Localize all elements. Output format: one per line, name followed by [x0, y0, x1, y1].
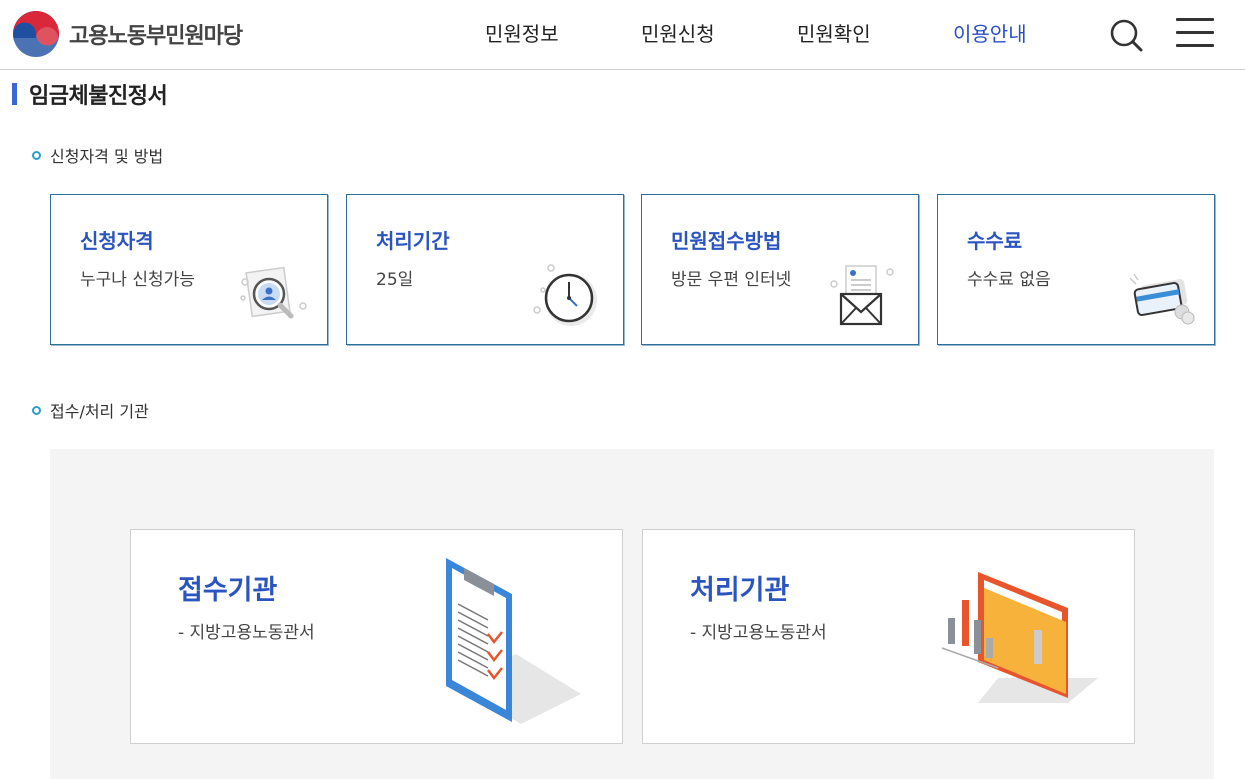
section-label-text: 신청자격 및 방법	[50, 147, 164, 166]
title-accent-bar	[12, 83, 17, 105]
card-value: 누구나 신청가능	[80, 270, 195, 290]
envelope-icon	[830, 265, 894, 326]
menu-line	[1176, 44, 1214, 47]
info-card-period: 처리기간 25일	[346, 194, 624, 345]
page-title-text: 임금체불진정서	[29, 84, 168, 109]
card-title: 신청자격	[80, 229, 154, 253]
magnifier-user-icon	[240, 266, 307, 319]
page-title: 임금체불진정서	[12, 78, 168, 110]
folder-chart-icon	[941, 572, 1098, 703]
section-label-text: 접수/처리 기관	[50, 402, 149, 421]
site-logo[interactable]: 고용노동부민원마당	[12, 10, 243, 58]
card-value: 25일	[376, 270, 414, 290]
card-coin-icon	[1129, 273, 1195, 325]
nav-item-apply[interactable]: 민원신청	[641, 18, 715, 47]
org-area: 접수기관 - 지방고용노동관서 처리기관 - 지방고용노동관서	[50, 449, 1214, 779]
card-title: 민원접수방법	[671, 229, 782, 253]
org-value: - 지방고용노동관서	[690, 623, 827, 643]
org-title: 접수기관	[178, 575, 278, 606]
logo-text: 고용노동부민원마당	[69, 24, 243, 49]
card-title: 수수료	[967, 229, 1023, 253]
org-card-receiving: 접수기관 - 지방고용노동관서	[130, 529, 623, 744]
section-label-method: 신청자격 및 방법	[32, 143, 163, 167]
taegeuk-logo-icon	[13, 11, 59, 58]
card-value: 수수료 없음	[967, 270, 1051, 290]
org-card-processing: 처리기관 - 지방고용노동관서	[642, 529, 1135, 744]
org-value: - 지방고용노동관서	[178, 623, 315, 643]
site-header: 고용노동부민원마당 민원정보 민원신청 민원확인 이용안내	[0, 0, 1245, 70]
clipboard-icon	[446, 558, 581, 724]
info-card-eligibility: 신청자격 누구나 신청가능	[50, 194, 328, 345]
card-value: 방문 우편 인터넷	[671, 270, 792, 290]
nav-item-info[interactable]: 민원정보	[485, 18, 559, 47]
menu-button[interactable]	[1176, 17, 1216, 49]
info-card-method: 민원접수방법 방문 우편 인터넷	[641, 194, 919, 345]
menu-line	[1176, 31, 1214, 34]
circle-bullet-icon	[32, 405, 41, 415]
search-icon[interactable]	[1108, 17, 1144, 53]
info-card-fee: 수수료 수수료 없음	[937, 194, 1215, 345]
nav-item-guide[interactable]: 이용안내	[953, 18, 1027, 47]
section-label-orgs: 접수/처리 기관	[32, 398, 149, 422]
circle-bullet-icon	[32, 150, 41, 160]
card-title: 처리기간	[376, 229, 450, 253]
nav-item-check[interactable]: 민원확인	[797, 18, 871, 47]
org-title: 처리기관	[690, 575, 790, 606]
clock-icon	[533, 264, 597, 326]
menu-line	[1176, 18, 1214, 21]
